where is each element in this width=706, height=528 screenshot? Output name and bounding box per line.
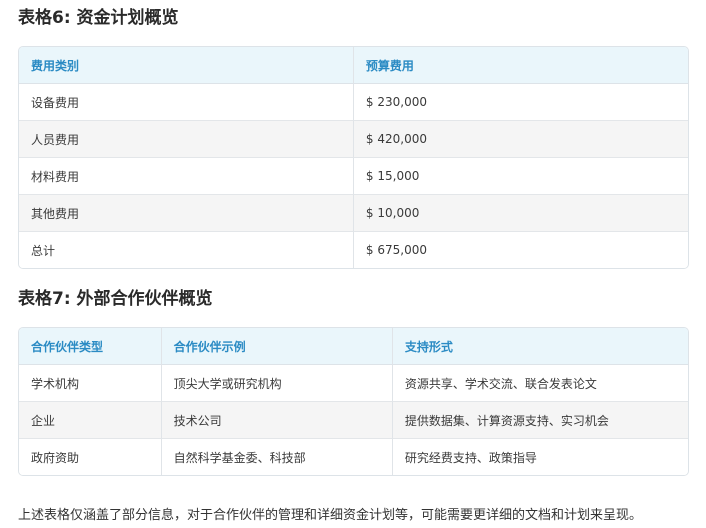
- table-cell: 资源共享、学术交流、联合发表论文: [391, 365, 688, 401]
- table-cell: 提供数据集、计算资源支持、实习机会: [391, 401, 688, 438]
- table-cell: 其他费用: [19, 194, 353, 231]
- table-cell: $ 10,000: [352, 194, 688, 231]
- column-header-expense-category: 费用类别: [19, 47, 353, 84]
- table-cell: 技术公司: [160, 401, 392, 438]
- table-row-total: 总计 $ 675,000: [19, 231, 688, 268]
- table-cell: $ 675,000: [352, 231, 688, 268]
- table-row: 人员费用 $ 420,000: [19, 120, 688, 157]
- table-cell: 学术机构: [19, 365, 161, 401]
- table-cell: 顶尖大学或研究机构: [160, 365, 392, 401]
- table-row: 材料费用 $ 15,000: [19, 157, 688, 194]
- table-header-row: 费用类别 预算费用: [19, 47, 688, 84]
- partner-overview-table: 合作伙伴类型 合作伙伴示例 支持形式 学术机构 顶尖大学或研究机构 资源共享、学…: [18, 327, 689, 476]
- column-header-partner-example: 合作伙伴示例: [160, 328, 392, 365]
- table-cell: $ 15,000: [352, 157, 688, 194]
- document-page: 表格6: 资金计划概览 费用类别 预算费用 设备费用 $ 230,000 人员费…: [0, 0, 706, 528]
- funding-plan-table: 费用类别 预算费用 设备费用 $ 230,000 人员费用 $ 420,000 …: [18, 46, 689, 269]
- table-cell: $ 420,000: [352, 120, 688, 157]
- column-header-support-form: 支持形式: [391, 328, 688, 365]
- table-cell: 人员费用: [19, 120, 353, 157]
- table-row: 设备费用 $ 230,000: [19, 84, 688, 120]
- table-cell: 材料费用: [19, 157, 353, 194]
- column-header-budget: 预算费用: [352, 47, 688, 84]
- table-cell: 研究经费支持、政策指导: [391, 438, 688, 475]
- table-cell: 政府资助: [19, 438, 161, 475]
- table-header-row: 合作伙伴类型 合作伙伴示例 支持形式: [19, 328, 688, 365]
- table-cell: 设备费用: [19, 84, 353, 120]
- table-row: 企业 技术公司 提供数据集、计算资源支持、实习机会: [19, 401, 688, 438]
- table-cell: 总计: [19, 231, 353, 268]
- summary-note: 上述表格仅涵盖了部分信息，对于合作伙伴的管理和详细资金计划等，可能需要更详细的文…: [18, 508, 643, 523]
- table-cell: 自然科学基金委、科技部: [160, 438, 392, 475]
- table-cell: $ 230,000: [352, 84, 688, 120]
- table-row: 政府资助 自然科学基金委、科技部 研究经费支持、政策指导: [19, 438, 688, 475]
- column-header-partner-type: 合作伙伴类型: [19, 328, 161, 365]
- table7-title: 表格7: 外部合作伙伴概览: [18, 289, 213, 309]
- table-row: 学术机构 顶尖大学或研究机构 资源共享、学术交流、联合发表论文: [19, 365, 688, 401]
- table-row: 其他费用 $ 10,000: [19, 194, 688, 231]
- table6-title: 表格6: 资金计划概览: [18, 8, 179, 28]
- table-cell: 企业: [19, 401, 161, 438]
